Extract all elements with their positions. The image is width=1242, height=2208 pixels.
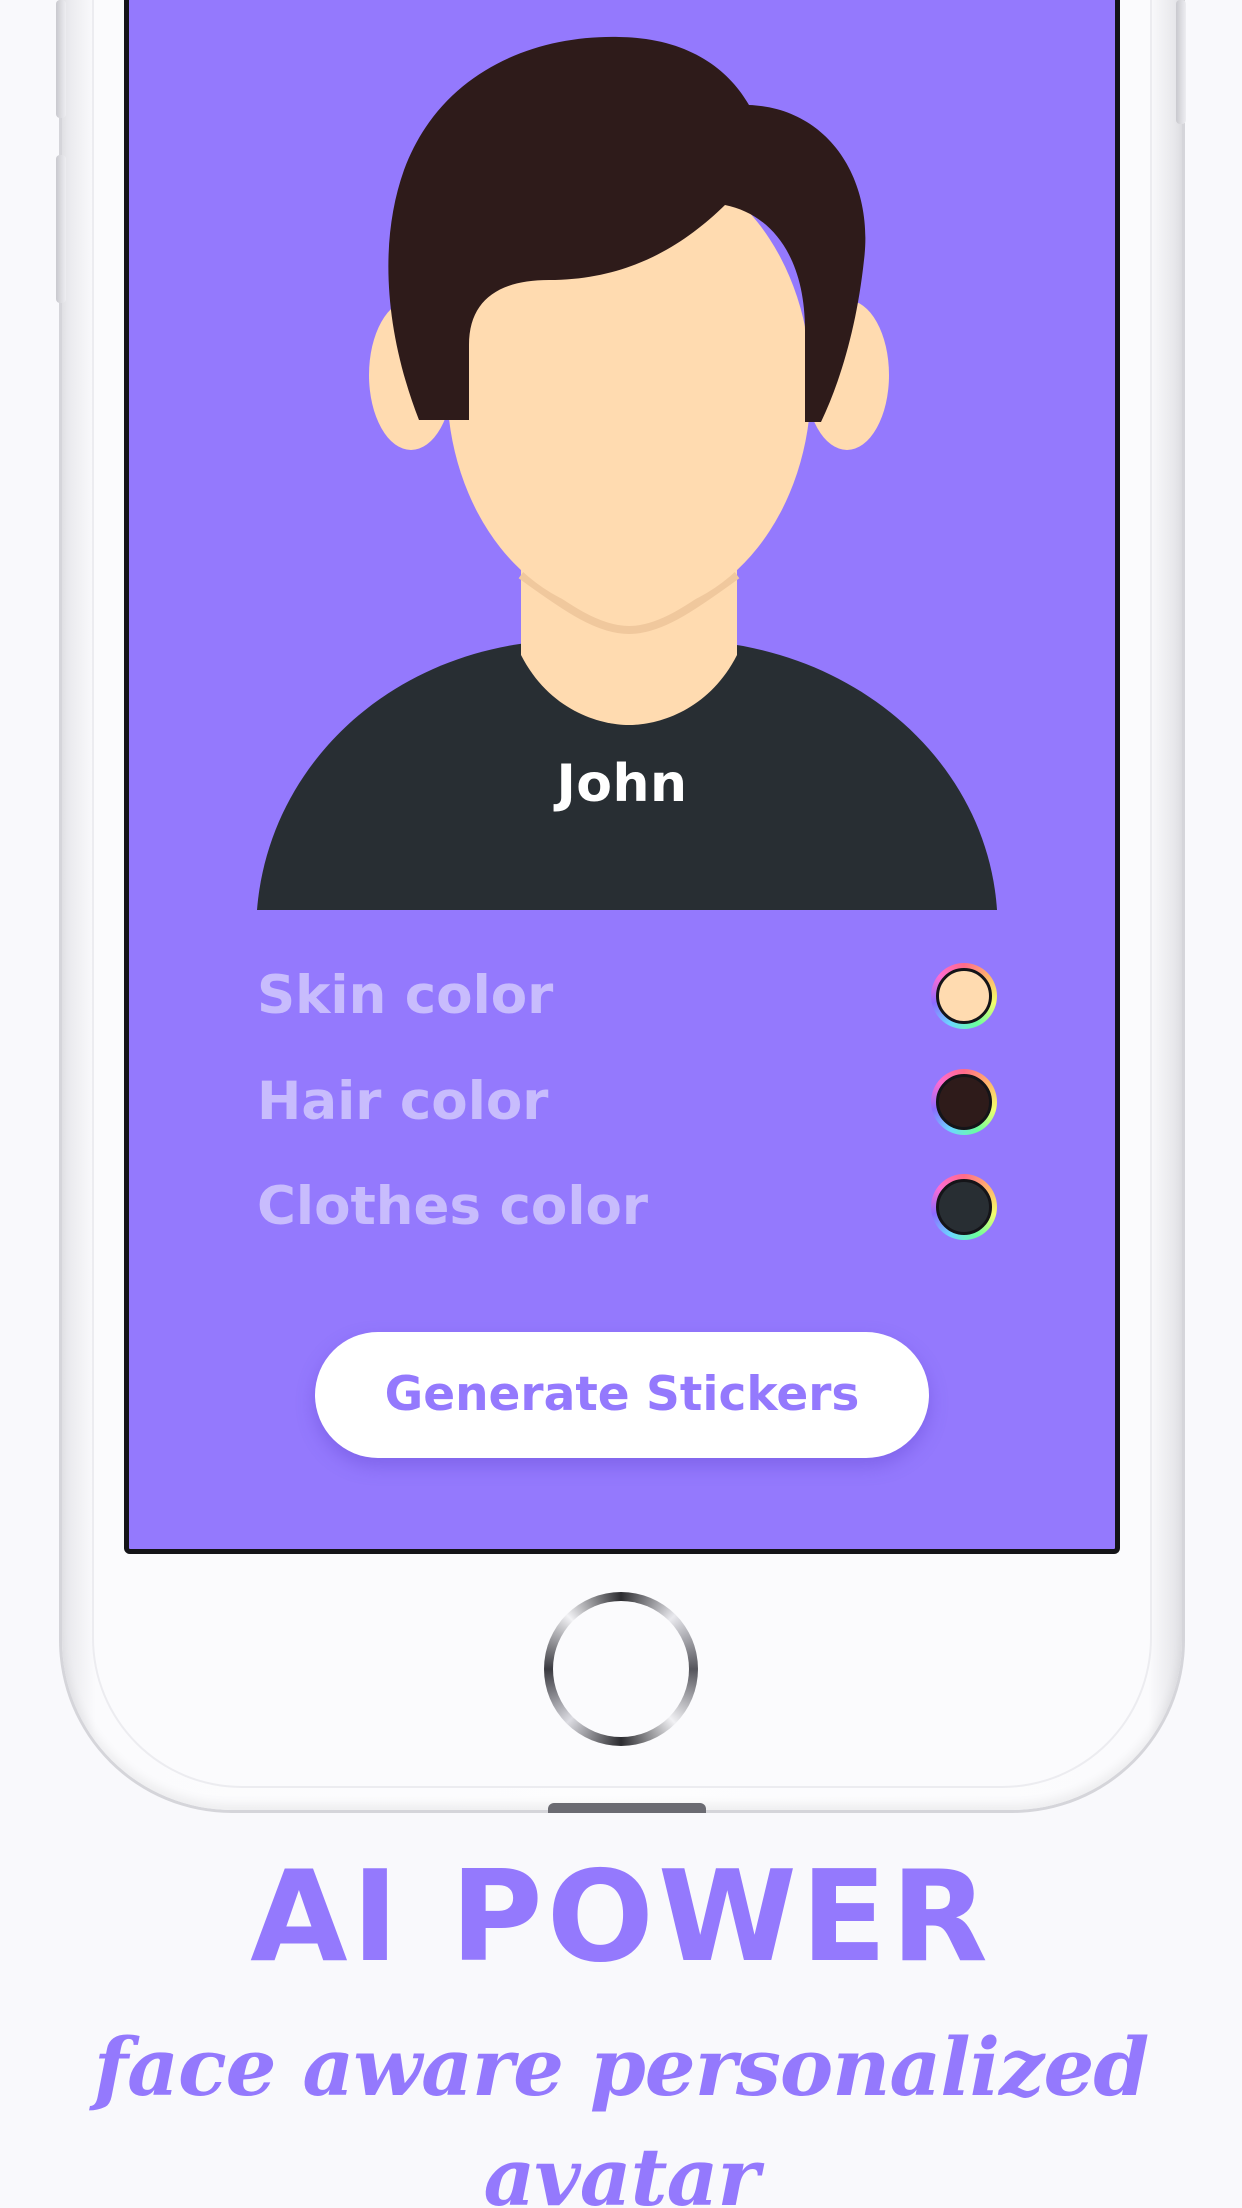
home-button[interactable] bbox=[544, 1592, 698, 1746]
lightning-port bbox=[548, 1803, 706, 1813]
hair-color-row[interactable]: Hair color bbox=[257, 1067, 997, 1137]
skin-color-row[interactable]: Skin color bbox=[257, 961, 997, 1031]
clothes-color-picker[interactable] bbox=[931, 1174, 997, 1240]
clothes-color-label: Clothes color bbox=[257, 1176, 649, 1237]
avatar-name: John bbox=[556, 754, 688, 814]
skin-color-swatch bbox=[936, 968, 992, 1024]
promo-headline: AI POWER bbox=[250, 1843, 992, 1990]
clothes-color-swatch bbox=[936, 1179, 992, 1235]
promo-tagline: face aware personalized avatar bbox=[93, 2020, 1150, 2208]
side-button bbox=[56, 0, 66, 118]
skin-color-picker[interactable] bbox=[931, 963, 997, 1029]
app-store-screenshot: John Skin color Hair color Clothes color… bbox=[0, 0, 1242, 2208]
power-button bbox=[1176, 0, 1186, 124]
clothes-color-row[interactable]: Clothes color bbox=[257, 1172, 997, 1242]
app-screen: John Skin color Hair color Clothes color… bbox=[124, 0, 1120, 1554]
hair-color-swatch bbox=[936, 1074, 992, 1130]
volume-up-button bbox=[56, 155, 66, 303]
skin-color-label: Skin color bbox=[257, 965, 554, 1026]
home-button-face bbox=[553, 1601, 689, 1737]
hair-color-label: Hair color bbox=[257, 1071, 549, 1132]
generate-stickers-button[interactable]: Generate Stickers bbox=[315, 1332, 929, 1458]
hair-color-picker[interactable] bbox=[931, 1069, 997, 1135]
